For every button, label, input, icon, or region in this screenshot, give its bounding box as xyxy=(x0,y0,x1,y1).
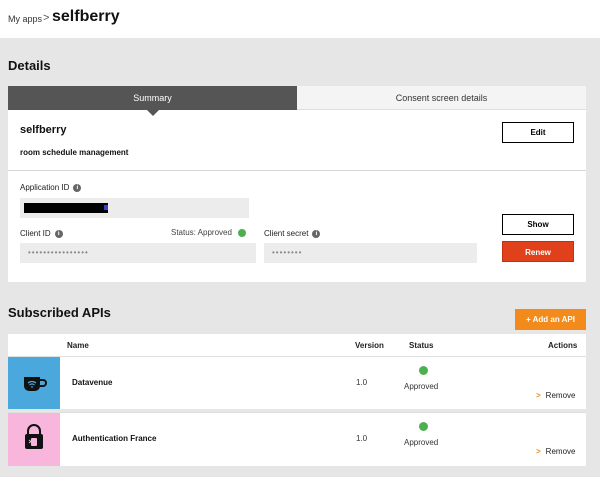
divider xyxy=(8,170,586,171)
remove-link[interactable]: > Remove xyxy=(536,447,575,456)
details-tabs: Summary Consent screen details xyxy=(8,86,586,116)
show-button[interactable]: Show xyxy=(502,214,574,235)
application-id-label: Application ID xyxy=(20,183,70,192)
chevron-right-icon: > xyxy=(536,447,541,456)
status-approved-icon xyxy=(237,228,246,237)
breadcrumb-my-apps[interactable]: My apps xyxy=(8,14,42,24)
api-name: Authentication France xyxy=(72,434,157,443)
table-row: Datavenue 1.0 Approved > Remove xyxy=(8,356,586,410)
chevron-right-icon: > xyxy=(536,391,541,400)
client-id-label: Client ID xyxy=(20,229,51,238)
col-name-header: Name xyxy=(67,341,89,350)
client-secret-label-wrap: Client secret i xyxy=(264,229,321,238)
status-approved-icon xyxy=(419,366,428,375)
api-status: Approved xyxy=(404,438,439,447)
client-status: Status: Approved xyxy=(171,228,246,237)
app-name: selfberry xyxy=(20,124,67,136)
details-card: Summary Consent screen details selfberry… xyxy=(8,86,586,282)
info-icon[interactable]: i xyxy=(54,229,63,238)
client-secret-label: Client secret xyxy=(264,229,309,238)
api-version: 1.0 xyxy=(356,378,368,387)
col-actions-header: Actions xyxy=(548,341,578,350)
app-description: room schedule management xyxy=(20,148,129,157)
lock-phone-icon xyxy=(25,424,43,449)
status-approved-icon xyxy=(419,422,428,431)
info-icon[interactable]: i xyxy=(73,183,82,192)
cup-wifi-icon xyxy=(24,377,47,391)
client-id-field[interactable]: •••••••••••••••• xyxy=(20,243,256,263)
apis-table: Name Version Status Actions Datavenue 1.… xyxy=(8,334,586,466)
remove-label: Remove xyxy=(545,391,576,400)
breadcrumb-separator-icon: > xyxy=(43,12,50,24)
edit-button[interactable]: Edit xyxy=(502,122,574,143)
client-secret-field[interactable]: •••••••• xyxy=(264,243,477,263)
api-name: Datavenue xyxy=(72,378,113,387)
add-api-button[interactable]: + Add an API xyxy=(515,309,586,330)
subscribed-apis-title: Subscribed APIs xyxy=(8,305,111,320)
col-version-header: Version xyxy=(355,341,384,350)
tab-consent-screen-details[interactable]: Consent screen details xyxy=(297,86,586,110)
tab-summary[interactable]: Summary xyxy=(8,86,297,110)
page-title: selfberry xyxy=(52,8,120,25)
client-id-label-wrap: Client ID i xyxy=(20,229,63,238)
application-id-label-wrap: Application ID i xyxy=(20,183,82,192)
details-title: Details xyxy=(8,58,51,73)
active-tab-pointer xyxy=(147,110,159,116)
info-icon[interactable]: i xyxy=(312,229,321,238)
col-status-header: Status xyxy=(409,341,434,350)
table-row: Authentication France 1.0 Approved > Remo… xyxy=(8,412,586,466)
api-logo xyxy=(8,413,60,466)
remove-link[interactable]: > Remove xyxy=(536,391,575,400)
api-version: 1.0 xyxy=(356,434,368,443)
top-bar: My apps > selfberry xyxy=(0,0,600,38)
status-text: Status: Approved xyxy=(171,228,232,237)
api-status: Approved xyxy=(404,382,439,391)
redacted-edge xyxy=(104,205,108,210)
application-id-field xyxy=(20,198,249,218)
api-logo xyxy=(8,357,60,410)
remove-label: Remove xyxy=(545,447,576,456)
redacted-value xyxy=(24,203,108,213)
renew-button[interactable]: Renew xyxy=(502,241,574,262)
